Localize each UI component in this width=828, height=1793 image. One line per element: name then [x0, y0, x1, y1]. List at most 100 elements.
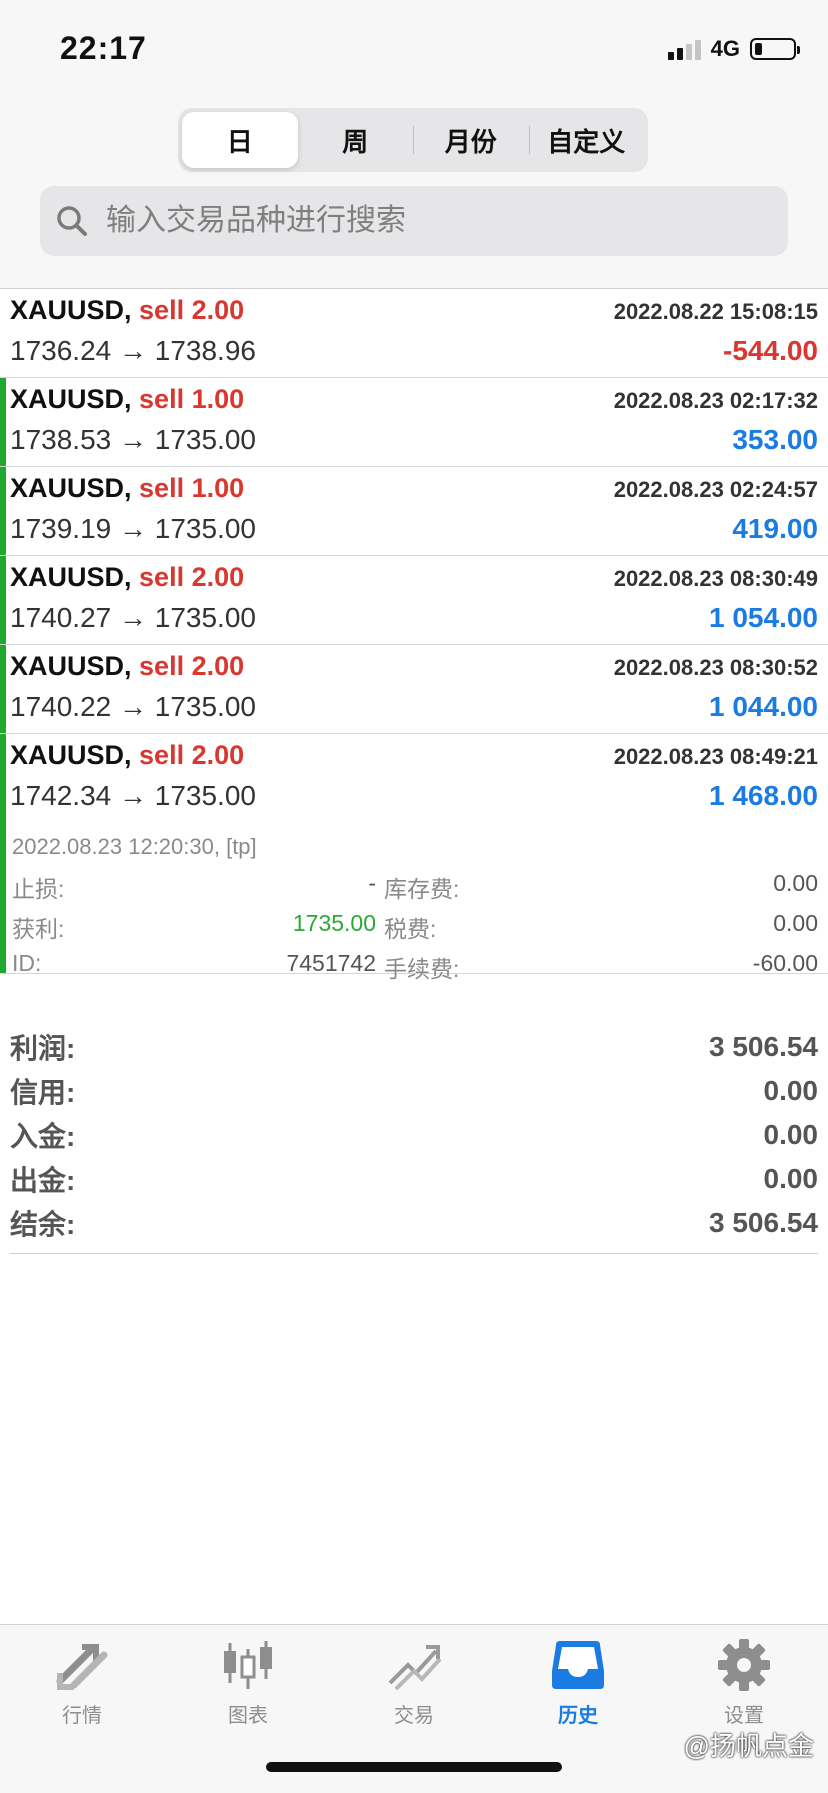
summary-label: 结余:: [10, 1209, 76, 1240]
tab-label: 交易: [394, 1705, 434, 1727]
tax-label: 税费:: [384, 916, 437, 942]
tab-label: 图表: [228, 1705, 268, 1727]
deal-symbol: XAUUSD,: [10, 562, 132, 592]
deal-side: sell 2.00: [139, 740, 245, 770]
tab-settings[interactable]: 设置: [684, 1637, 804, 1728]
deal-profit: -544.00: [723, 335, 818, 366]
signal-icon: [667, 38, 701, 60]
deal-row[interactable]: XAUUSD, sell 1.00 2022.08.23 02:24:57 17…: [0, 467, 828, 556]
stop-loss-label: 止损:: [12, 876, 65, 902]
deal-side: sell 2.00: [139, 562, 245, 592]
tax-value: 0.00: [773, 910, 818, 936]
deal-side: sell 1.00: [139, 473, 245, 503]
history-inbox-icon: [552, 1641, 604, 1689]
take-profit-value: 1735.00: [292, 910, 376, 936]
deal-row[interactable]: XAUUSD, sell 2.00 2022.08.23 08:30:49 17…: [0, 556, 828, 645]
summary-row-profit: 利润: 3 506.54: [10, 1025, 818, 1069]
quotes-arrows-icon: [56, 1644, 108, 1690]
summary-value: 0.00: [763, 1119, 819, 1150]
tab-quotes[interactable]: 行情: [22, 1637, 142, 1728]
period-segmented-control: 日 周 月份 自定义: [178, 108, 648, 172]
account-summary: 利润: 3 506.54 信用: 0.00 入金: 0.00 出金: 0.00 结余: 3…: [10, 1025, 818, 1254]
period-tab-day[interactable]: 日: [182, 112, 298, 168]
detail-row: 止损: - 库存费: 0.00: [12, 870, 818, 910]
deal-prices: 1738.53 → 1735.00: [10, 424, 256, 455]
deal-profit: 419.00: [732, 513, 818, 544]
tab-trade[interactable]: 交易: [354, 1637, 474, 1728]
deal-row[interactable]: XAUUSD, sell 1.00 2022.08.23 02:17:32 17…: [0, 378, 828, 467]
deal-row-expanded[interactable]: XAUUSD, sell 2.00 2022.08.23 08:49:21 17…: [0, 734, 828, 982]
search-bar[interactable]: [40, 186, 788, 256]
deal-symbol: XAUUSD,: [10, 473, 132, 503]
deal-prices: 1739.19 → 1735.00: [10, 513, 256, 544]
history-header: 日 周 月份 自定义: [0, 100, 828, 289]
detail-row: ID: 7451742 手续费: -60.00: [12, 950, 818, 990]
commission-value: -60.00: [752, 950, 818, 976]
summary-value: 3 506.54: [709, 1031, 818, 1062]
tab-charts[interactable]: 图表: [188, 1637, 308, 1728]
deal-row[interactable]: XAUUSD, sell 2.00 2022.08.22 15:08:15 17…: [0, 289, 828, 378]
candlestick-chart-icon: [224, 1641, 272, 1689]
deal-profit: 1 468.00: [709, 780, 818, 811]
search-icon: [57, 206, 87, 236]
deal-prices: 1740.22 → 1735.00: [10, 691, 256, 722]
deal-datetime: 2022.08.23 08:49:21: [613, 744, 818, 769]
swap-label: 库存费:: [384, 876, 460, 902]
deal-profit: 1 054.00: [709, 602, 818, 633]
deal-details: 止损: - 库存费: 0.00 获利: 1735.00 税费: 0.00 ID:…: [12, 870, 818, 990]
period-tab-week[interactable]: 周: [298, 112, 414, 168]
summary-row-withdrawal: 出金: 0.00: [10, 1157, 818, 1201]
status-bar: 22:17 4G: [0, 0, 828, 100]
status-time: 22:17: [60, 30, 147, 66]
tab-label: 行情: [62, 1705, 102, 1727]
summary-value: 0.00: [763, 1075, 819, 1106]
battery-icon: [750, 38, 800, 60]
deal-profit: 353.00: [732, 424, 818, 455]
summary-label: 入金:: [10, 1121, 76, 1152]
deal-side: sell 2.00: [139, 651, 245, 681]
network-label: 4G: [710, 36, 740, 61]
swap-value: 0.00: [773, 870, 818, 896]
deal-side: sell 2.00: [139, 295, 245, 325]
deal-side: sell 1.00: [139, 384, 245, 414]
gear-icon: [718, 1639, 770, 1691]
deal-symbol: XAUUSD,: [10, 740, 132, 770]
deal-symbol: XAUUSD,: [10, 384, 132, 414]
tab-label: 历史: [558, 1705, 598, 1727]
summary-label: 利润:: [10, 1033, 76, 1064]
deal-prices: 1742.34 → 1735.00: [10, 780, 256, 811]
deal-datetime: 2022.08.23 08:30:49: [613, 566, 818, 591]
summary-value: 3 506.54: [709, 1207, 818, 1238]
period-tab-month[interactable]: 月份: [413, 112, 529, 168]
deal-datetime: 2022.08.23 02:17:32: [613, 388, 818, 413]
deal-datetime: 2022.08.23 08:30:52: [613, 655, 818, 680]
home-indicator[interactable]: [266, 1762, 562, 1772]
commission-label: 手续费:: [384, 956, 460, 982]
search-input[interactable]: [104, 203, 748, 239]
summary-value: 0.00: [763, 1163, 819, 1194]
summary-label: 信用:: [10, 1077, 76, 1108]
deal-close-info: 2022.08.23 12:20:30, [tp]: [12, 834, 257, 859]
period-tab-custom[interactable]: 自定义: [528, 112, 645, 168]
deal-symbol: XAUUSD,: [10, 295, 132, 325]
summary-row-credit: 信用: 0.00: [10, 1069, 818, 1113]
status-indicators: 4G: [667, 36, 800, 62]
deals-list: XAUUSD, sell 2.00 2022.08.22 15:08:15 17…: [0, 289, 828, 982]
deal-prices: 1736.24 → 1738.96: [10, 335, 256, 366]
deal-prices: 1740.27 → 1735.00: [10, 602, 256, 633]
trade-trend-icon: [388, 1645, 442, 1691]
take-profit-label: 获利:: [12, 916, 65, 942]
deal-datetime: 2022.08.22 15:08:15: [613, 299, 818, 324]
stop-loss-value: -: [368, 870, 376, 896]
detail-row: 获利: 1735.00 税费: 0.00: [12, 910, 818, 950]
deal-row[interactable]: XAUUSD, sell 2.00 2022.08.23 08:30:52 17…: [0, 645, 828, 734]
tab-label: 设置: [724, 1705, 764, 1727]
summary-row-deposit: 入金: 0.00: [10, 1113, 818, 1157]
tab-history[interactable]: 历史: [518, 1637, 638, 1728]
id-label: ID:: [12, 950, 42, 976]
deal-symbol: XAUUSD,: [10, 651, 132, 681]
summary-label: 出金:: [10, 1165, 76, 1196]
deal-profit: 1 044.00: [709, 691, 818, 722]
deal-datetime: 2022.08.23 02:24:57: [613, 477, 818, 502]
id-value: 7451742: [286, 950, 376, 976]
